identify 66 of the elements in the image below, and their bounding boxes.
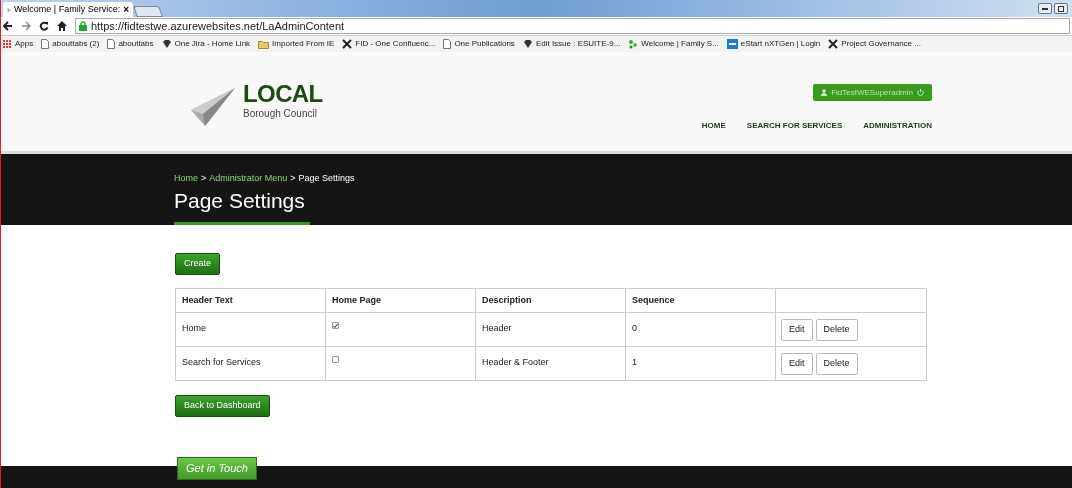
column-header: Home Page <box>325 288 476 313</box>
power-icon <box>917 89 924 96</box>
breadcrumb-separator: > <box>201 172 207 185</box>
browser-tab[interactable]: Welcome | Family Service: × <box>3 2 133 17</box>
bookmark[interactable]: abouttabs (2) <box>41 38 100 50</box>
column-header: Sequence <box>625 288 776 313</box>
bookmark[interactable]: One Jira - Home Link <box>161 38 251 50</box>
reload-icon[interactable] <box>39 21 49 31</box>
delete-button[interactable]: Delete <box>815 318 858 341</box>
url-text: https://fidtestwe.azurewebsites.net/LaAdminContent <box>91 18 345 34</box>
bookmark[interactable]: Apps <box>3 38 34 50</box>
minimize-button[interactable] <box>1038 3 1052 14</box>
logo-subtitle: Borough Council <box>243 108 318 119</box>
column-header: Description <box>475 288 626 313</box>
bookmark[interactable]: eStart nXTGen | Login <box>726 38 821 50</box>
nav-link[interactable]: ADMINISTRATION <box>863 120 932 132</box>
breadcrumb-separator: > <box>290 172 296 185</box>
table-cell: 0 <box>625 312 776 347</box>
bookmark[interactable]: Imported From IE <box>258 38 335 50</box>
table-cell: Header <box>475 312 626 347</box>
table-cell: Search for Services <box>175 346 326 381</box>
app-tile-icon <box>726 39 738 49</box>
bookmark[interactable]: One Publications <box>443 38 515 50</box>
home-icon[interactable] <box>57 21 67 31</box>
forward-arrow-icon[interactable] <box>21 21 31 31</box>
breadcrumb-link[interactable]: Administrator Menu <box>209 172 288 186</box>
column-header: Header Text <box>175 288 326 313</box>
leaf-icon <box>628 39 639 49</box>
user-icon <box>821 89 828 96</box>
cross-tools-icon <box>828 39 839 49</box>
folder-icon <box>258 39 270 49</box>
paper-plane-logo <box>191 88 235 126</box>
breadcrumb-current: Page Settings <box>298 172 355 185</box>
diamond-icon <box>161 39 172 49</box>
page-icon <box>107 39 116 49</box>
nav-link[interactable]: SEARCH FOR SERVICES <box>746 120 843 132</box>
create-button[interactable]: Create <box>175 253 220 275</box>
breadcrumb-link[interactable]: Home <box>174 172 198 186</box>
padlock-icon <box>79 21 87 31</box>
bookmark[interactable]: Welcome | Family S... <box>628 38 719 50</box>
home-page-checkbox[interactable] <box>332 322 339 329</box>
page-icon <box>41 39 50 49</box>
diamond-icon <box>522 39 533 49</box>
tab-title: Welcome | Family Service: <box>13 2 121 16</box>
delete-button[interactable]: Delete <box>815 352 858 375</box>
bookmark[interactable]: Edit Issue : ESUITE-9... <box>522 38 621 50</box>
apps-grid-icon <box>3 39 12 49</box>
page-icon <box>443 39 452 49</box>
page-title: Page Settings <box>174 187 306 214</box>
restore-button[interactable] <box>1054 3 1068 14</box>
cross-tools-icon <box>342 39 353 49</box>
bookmark[interactable]: Project Governance ... <box>828 38 921 50</box>
bookmark[interactable]: abouttabs <box>107 38 154 50</box>
back-to-dashboard-button[interactable]: Back to Dashboard <box>175 395 270 417</box>
logo-title: LOCAL <box>243 80 323 108</box>
home-page-checkbox[interactable] <box>332 356 339 363</box>
address-bar[interactable]: https://fidtestwe.azurewebsites.net/LaAdminContent <box>75 18 1070 34</box>
table-cell: 1 <box>625 346 776 381</box>
back-arrow-icon[interactable] <box>3 21 13 31</box>
nav-link[interactable]: HOME <box>701 120 726 132</box>
tab-close[interactable]: × <box>123 2 129 17</box>
table-cell: Home <box>175 312 326 347</box>
edit-button[interactable]: Edit <box>781 352 813 375</box>
table-cell: Header & Footer <box>475 346 626 381</box>
edit-button[interactable]: Edit <box>781 318 813 341</box>
bookmark[interactable]: FID - One Confluenc... <box>342 38 436 50</box>
